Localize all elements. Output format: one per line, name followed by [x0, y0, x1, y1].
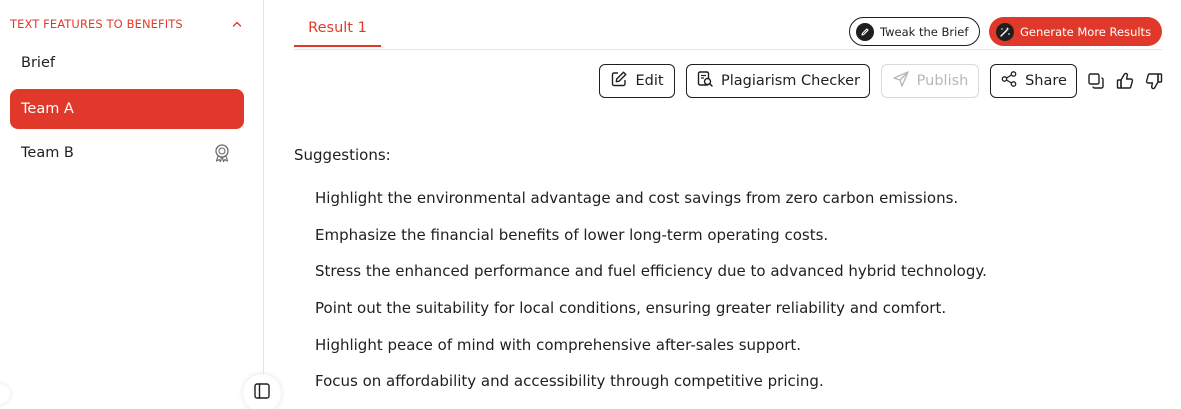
pencil-icon	[856, 22, 874, 41]
chevron-up-icon[interactable]	[230, 17, 244, 31]
sidebar-item-team-b[interactable]: Team B	[10, 133, 244, 173]
sidebar: TEXT FEATURES TO BENEFITS Brief Team A T…	[0, 0, 264, 409]
suggestions-heading: Suggestions:	[294, 146, 391, 164]
share-label: Share	[1025, 73, 1067, 89]
list-item: Highlight peace of mind with comprehensi…	[315, 335, 802, 354]
sidebar-toggle-button[interactable]	[243, 374, 281, 409]
generate-more-label: Generate More Results	[1020, 24, 1152, 39]
copy-icon[interactable]	[1085, 70, 1107, 92]
result-content: Suggestions: Highlight the environmental…	[294, 144, 1154, 407]
magic-wand-icon	[996, 22, 1014, 41]
tab-bar-divider	[294, 49, 1162, 50]
edit-icon	[610, 70, 628, 92]
tab-label: Result 1	[308, 20, 367, 36]
sidebar-item-label: Team A	[21, 101, 74, 117]
section-header[interactable]: TEXT FEATURES TO BENEFITS	[10, 16, 244, 32]
thumbs-down-icon[interactable]	[1143, 70, 1165, 92]
sidebar-item-team-a[interactable]: Team A	[10, 89, 244, 129]
document-search-icon	[696, 70, 714, 92]
section-title: TEXT FEATURES TO BENEFITS	[10, 17, 183, 31]
tweak-brief-label: Tweak the Brief	[880, 24, 969, 39]
share-icon	[1000, 70, 1018, 92]
publish-button[interactable]: Publish	[881, 64, 979, 98]
list-item: Emphasize the financial benefits of lowe…	[315, 225, 829, 244]
list-item: Point out the suitability for local cond…	[315, 299, 947, 318]
award-icon	[211, 142, 233, 164]
tweak-brief-button[interactable]: Tweak the Brief	[849, 17, 980, 46]
tab-result-1[interactable]: Result 1	[294, 20, 381, 47]
sidebar-panel-icon	[253, 382, 271, 404]
plagiarism-label: Plagiarism Checker	[720, 73, 861, 89]
generate-more-button[interactable]: Generate More Results	[989, 17, 1162, 46]
list-item: Stress the enhanced performance and fuel…	[315, 262, 987, 281]
sidebar-item-label: Brief	[21, 55, 55, 71]
plagiarism-checker-button[interactable]: Plagiarism Checker	[686, 64, 870, 98]
edit-button[interactable]: Edit	[599, 64, 675, 98]
list-item: Highlight the environmental advantage an…	[315, 189, 959, 207]
thumbs-up-icon[interactable]	[1114, 70, 1136, 92]
send-icon	[892, 70, 910, 92]
suggestions-list: Highlight the environmental advantage an…	[294, 187, 1154, 407]
edit-label: Edit	[635, 73, 664, 89]
sidebar-item-brief[interactable]: Brief	[10, 43, 244, 83]
publish-label: Publish	[916, 73, 969, 89]
sidebar-item-label: Team B	[21, 145, 74, 161]
list-item: Focus on affordability and accessibility…	[315, 372, 824, 391]
share-button[interactable]: Share	[990, 64, 1077, 98]
